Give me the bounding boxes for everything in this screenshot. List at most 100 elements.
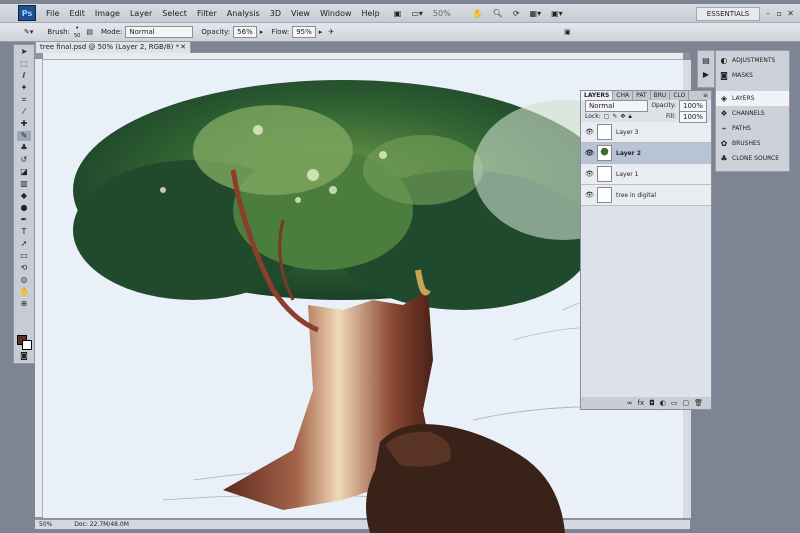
crop-tool-icon[interactable]: ⌗	[17, 95, 31, 105]
menu-file[interactable]: File	[46, 9, 59, 18]
lock-transparency-icon[interactable]: ▢	[604, 113, 610, 120]
dock-item-layers[interactable]: ◈ LAYERS	[716, 91, 789, 106]
hand-tool-icon[interactable]: ✋	[473, 9, 483, 18]
marquee-tool-icon[interactable]: ⬚	[17, 59, 31, 69]
menu-help[interactable]: Help	[362, 9, 380, 18]
background-color-swatch[interactable]	[22, 340, 32, 350]
zoom-tool-icon[interactable]: ⊕	[17, 299, 31, 309]
close-icon[interactable]: ✕	[787, 9, 794, 18]
actions-panel-icon[interactable]: ▶	[702, 71, 710, 79]
status-zoom[interactable]: 50%	[39, 521, 52, 528]
layer-row-selected[interactable]: 👁︎ Layer 2	[581, 143, 711, 164]
menu-filter[interactable]: Filter	[197, 9, 217, 18]
new-layer-icon[interactable]: ▢	[682, 399, 689, 407]
link-layers-icon[interactable]: ∞	[627, 399, 633, 407]
layer-row[interactable]: 👁︎ Layer 3	[581, 122, 711, 143]
layer-row[interactable]: 👁︎ tree in digital	[581, 185, 711, 206]
toggle-brush-panel-icon[interactable]: ▤	[86, 28, 93, 36]
eyedropper-tool-icon[interactable]: ⁄	[17, 107, 31, 117]
brush-preset-picker[interactable]: • 50	[74, 24, 80, 40]
eraser-tool-icon[interactable]: ◪	[17, 167, 31, 177]
opacity-input[interactable]: 56%	[233, 26, 257, 38]
opacity-pressure-icon[interactable]: ▸	[260, 28, 264, 36]
dodge-tool-icon[interactable]: ●	[17, 203, 31, 213]
delete-layer-icon[interactable]: 🗑︎	[694, 399, 703, 407]
layer-row[interactable]: 👁︎ Layer 1	[581, 164, 711, 185]
add-mask-icon[interactable]: ◘	[649, 399, 655, 407]
vertical-ruler[interactable]	[35, 59, 43, 517]
blur-tool-icon[interactable]: ◆	[17, 191, 31, 201]
dock-item-paths[interactable]: ⌁ PATHS	[716, 121, 789, 136]
adjustments-icon: ◐	[720, 55, 728, 65]
visibility-eye-icon[interactable]: 👁︎	[585, 149, 594, 157]
visibility-eye-icon[interactable]: 👁︎	[585, 170, 594, 178]
horizontal-ruler[interactable]	[43, 53, 683, 60]
minimize-icon[interactable]: –	[766, 9, 770, 18]
flow-input[interactable]: 95%	[292, 26, 316, 38]
menu-view[interactable]: View	[291, 9, 310, 18]
dock-item-channels[interactable]: ❖ CHANNELS	[716, 106, 789, 121]
dock-item-brushes[interactable]: ✿ BRUSHES	[716, 136, 789, 151]
visibility-eye-icon[interactable]: 👁︎	[585, 191, 594, 199]
menu-edit[interactable]: Edit	[69, 9, 85, 18]
workspace-switcher[interactable]: ESSENTIALS	[696, 7, 760, 21]
menu-analysis[interactable]: Analysis	[227, 9, 260, 18]
pen-tool-icon[interactable]: ✒	[17, 215, 31, 225]
fill-label: Fill:	[665, 113, 676, 120]
zoom-level[interactable]: 50%	[433, 9, 451, 18]
flow-pressure-icon[interactable]: ▸	[319, 28, 323, 36]
blend-mode-select[interactable]: Normal	[585, 99, 649, 112]
airbrush-icon[interactable]: ✈	[328, 28, 334, 36]
menu-3d[interactable]: 3D	[270, 9, 281, 18]
layer-thumbnail	[597, 187, 612, 203]
move-tool-icon[interactable]: ➤	[17, 47, 31, 57]
3d-rotate-tool-icon[interactable]: ⟲	[17, 263, 31, 273]
lock-all-icon[interactable]: 🔒︎	[628, 113, 631, 121]
quick-mask-icon[interactable]: ◙	[17, 351, 31, 361]
layer-name: Layer 2	[616, 149, 641, 157]
fill-input[interactable]: 100%	[678, 110, 707, 123]
tablet-pressure-icon[interactable]: ▣	[564, 28, 571, 36]
restore-icon[interactable]: ▫	[777, 9, 782, 18]
menu-layer[interactable]: Layer	[130, 9, 152, 18]
tab-brushes[interactable]: BRU	[651, 91, 671, 100]
shape-tool-icon[interactable]: ▭	[17, 251, 31, 261]
mode-select[interactable]: Normal	[125, 26, 194, 38]
path-select-tool-icon[interactable]: ➚	[17, 239, 31, 249]
close-document-icon[interactable]: ✕	[180, 42, 186, 53]
layer-thumbnail	[597, 124, 612, 140]
dock-item-adjustments[interactable]: ◐ ADJUSTMENTS	[716, 53, 789, 68]
layer-name: tree in digital	[616, 191, 657, 199]
history-panel-icon[interactable]: ▤	[702, 57, 710, 65]
gradient-tool-icon[interactable]: ▥	[17, 179, 31, 189]
menu-select[interactable]: Select	[162, 9, 187, 18]
new-group-icon[interactable]: ▭	[671, 399, 678, 407]
dock-item-clone-source[interactable]: ♣ CLONE SOURCE	[716, 151, 789, 166]
dock-item-masks[interactable]: ◙ MASKS	[716, 68, 789, 83]
channels-icon: ❖	[720, 108, 728, 118]
menu-image[interactable]: Image	[95, 9, 120, 18]
healing-brush-tool-icon[interactable]: ✚	[17, 119, 31, 129]
menu-window[interactable]: Window	[320, 9, 352, 18]
type-tool-icon[interactable]: T	[17, 227, 31, 237]
clone-stamp-tool-icon[interactable]: ♣	[17, 143, 31, 153]
options-bar: ✎▾ Brush: • 50 ▤ Mode: Normal Opacity: 56…	[0, 22, 800, 42]
zoom-tool-icon[interactable]: 🔍︎	[493, 9, 503, 18]
screen-mode-icon[interactable]: ▭▾	[411, 9, 423, 18]
lasso-tool-icon[interactable]: ℓ	[17, 71, 31, 81]
history-brush-tool-icon[interactable]: ↺	[17, 155, 31, 165]
brush-tool-icon[interactable]: ✎▾	[24, 28, 33, 36]
brush-tool-icon[interactable]: ✎	[17, 131, 31, 141]
adjustment-layer-icon[interactable]: ◐	[660, 399, 666, 407]
lock-position-icon[interactable]: ✥	[620, 113, 625, 120]
3d-orbit-tool-icon[interactable]: ◎	[17, 275, 31, 285]
arrange-documents-icon[interactable]: ▦▾	[530, 9, 542, 18]
hand-tool-icon[interactable]: ✋	[17, 287, 31, 297]
layer-style-icon[interactable]: fx	[638, 399, 645, 407]
screen-mode-menu-icon[interactable]: ▣▾	[551, 9, 563, 18]
bridge-icon[interactable]: ▣	[394, 9, 402, 18]
lock-pixels-icon[interactable]: ✎	[612, 113, 617, 120]
visibility-eye-icon[interactable]: 👁︎	[585, 128, 594, 136]
rotate-view-icon[interactable]: ⟳	[513, 9, 520, 18]
quick-select-tool-icon[interactable]: ✦	[17, 83, 31, 93]
